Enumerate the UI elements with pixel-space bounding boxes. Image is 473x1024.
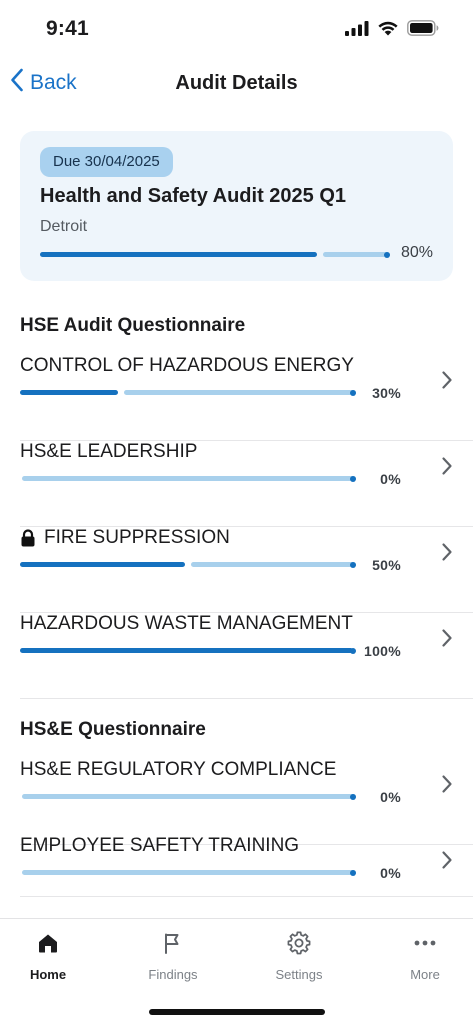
questionnaire-percent: 30% [372,385,401,401]
progress-fill [20,648,353,653]
flag-icon [114,929,232,957]
chevron-right-icon [441,628,453,653]
questionnaire-row-hse-regulatory-compliance[interactable]: HS&E REGULATORY COMPLIANCE 0% [0,759,473,845]
progress-track [323,252,390,257]
audit-summary-card: Due 30/04/2025 Health and Safety Audit 2… [20,131,453,281]
cellular-signal-icon [345,20,369,41]
progress-end-dot [350,561,356,568]
gear-icon [240,929,358,957]
status-time: 9:41 [46,17,89,40]
questionnaire-progress-bar [20,561,356,568]
section-title-hse-audit-questionnaire: HSE Audit Questionnaire [20,315,246,336]
questionnaire-row-employee-safety-training[interactable]: EMPLOYEE SAFETY TRAINING 0% [0,835,473,897]
due-date-badge: Due 30/04/2025 [40,147,173,177]
questionnaire-progress-bar [20,869,356,876]
questionnaire-row-control-of-hazardous-energy[interactable]: CONTROL OF HAZARDOUS ENERGY 30% [0,355,473,441]
home-indicator [149,1009,325,1015]
questionnaire-label: EMPLOYEE SAFETY TRAINING [20,835,300,856]
audit-details-screen: 9:41 Back Audit Details Due 30/04/2025 H… [0,0,473,1024]
questionnaire-progress-bar [20,647,356,654]
questionnaire-row-fire-suppression[interactable]: FIRE SUPPRESSION 50% [0,527,473,613]
progress-end-dot [350,475,356,482]
progress-track [123,390,356,395]
progress-end-dot [350,869,356,876]
questionnaire-label: CONTROL OF HAZARDOUS ENERGY [20,355,354,376]
progress-fill [20,562,185,567]
questionnaire-progress-bar [20,793,356,800]
progress-end-dot [384,251,390,258]
chevron-right-icon [441,456,453,481]
questionnaire-progress-bar [20,475,356,482]
lock-icon [20,529,36,547]
battery-icon [407,20,439,41]
progress-track [191,562,356,567]
wifi-icon [377,20,399,41]
progress-end-dot [350,793,356,800]
chevron-right-icon [441,542,453,567]
progress-end-dot [350,389,356,396]
audit-location: Detroit [40,218,88,235]
chevron-right-icon [441,850,453,875]
tab-bar: Home Findings Settings More [0,918,473,1024]
questionnaire-percent: 100% [363,643,401,659]
audit-progress-percent: 80% [400,244,433,261]
page-title: Audit Details [175,72,298,94]
progress-track [22,794,356,799]
row-divider [20,698,473,699]
navigation-bar: Back Audit Details [0,62,473,106]
progress-track [22,476,356,481]
questionnaire-percent: 0% [380,789,401,805]
section-title-hse-questionnaire: HS&E Questionnaire [20,719,206,740]
row-divider [20,896,473,897]
status-bar: 9:41 [0,0,473,58]
progress-fill [20,390,118,395]
questionnaire-row-hazardous-waste-management[interactable]: HAZARDOUS WASTE MANAGEMENT 100% [0,613,473,699]
progress-track [22,870,356,875]
questionnaire-label: HS&E LEADERSHIP [20,441,198,462]
audit-progress-bar [40,251,390,258]
chevron-right-icon [441,370,453,395]
tab-findings[interactable]: Findings [114,929,232,982]
progress-end-dot [350,647,356,654]
tab-settings[interactable]: Settings [240,929,358,982]
audit-title: Health and Safety Audit 2025 Q1 [40,185,347,207]
questionnaire-label: FIRE SUPPRESSION [20,527,230,549]
questionnaire-row-hse-leadership[interactable]: HS&E LEADERSHIP 0% [0,441,473,527]
questionnaire-percent: 0% [380,865,401,881]
questionnaire-percent: 50% [372,557,401,573]
home-icon [0,929,107,957]
tab-more[interactable]: More [366,929,473,982]
status-icons [345,20,439,41]
progress-fill [40,252,317,257]
questionnaire-label: HS&E REGULATORY COMPLIANCE [20,759,337,780]
questionnaire-label: HAZARDOUS WASTE MANAGEMENT [20,613,353,634]
questionnaire-progress-bar [20,389,356,396]
questionnaire-percent: 0% [380,471,401,487]
more-icon [366,929,473,957]
chevron-right-icon [441,774,453,799]
tab-home[interactable]: Home [0,929,107,982]
